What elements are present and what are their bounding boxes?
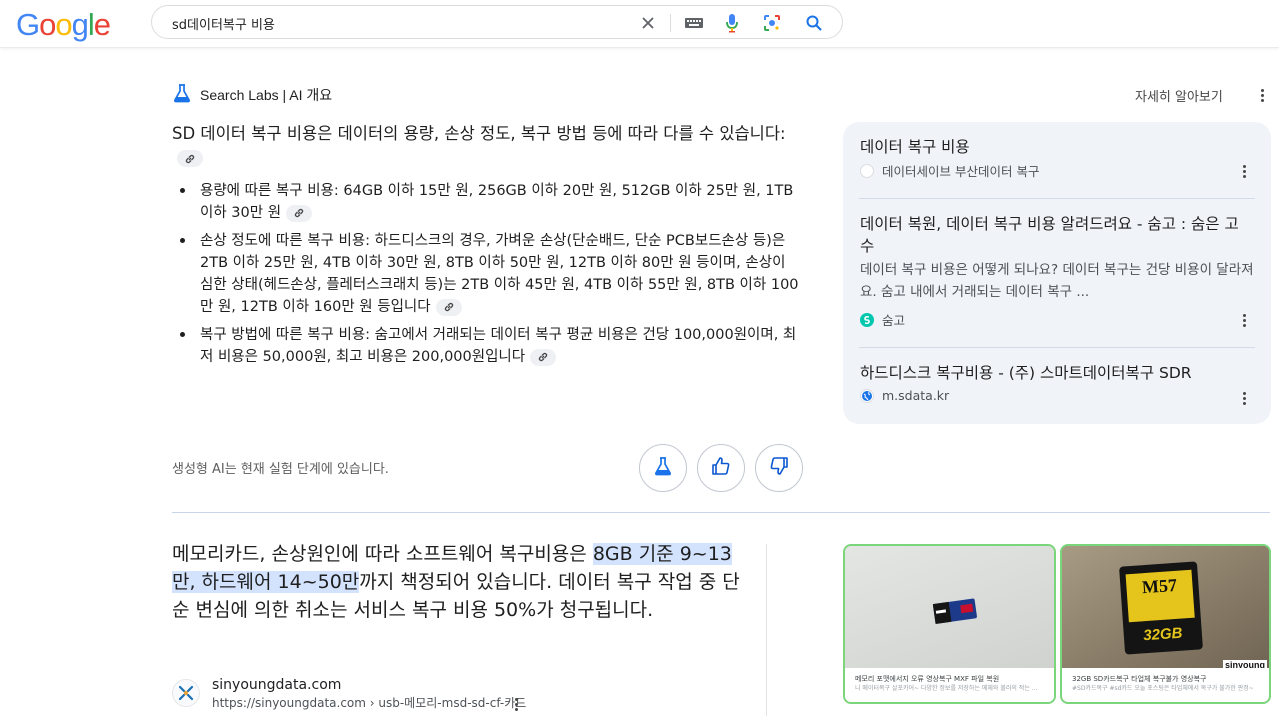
ai-bullet: 손상 정도에 따른 복구 비용: 하드디스크의 경우, 가벼운 손상(단순배드,… xyxy=(172,230,802,318)
image-caption-title: 메모리 포맷에서지 오류 영상복구 MXF 파일 복원 xyxy=(855,675,1000,683)
image-result[interactable]: 메모리 포맷에서지 오류 영상복구 MXF 파일 복원 니 메이터복구 살포카어… xyxy=(843,544,1056,704)
source-site-name: 데이터세이브 부산데이터 복구 xyxy=(882,164,1040,179)
link-icon[interactable] xyxy=(530,348,557,366)
result-source[interactable]: sinyoungdata.com https://sinyoungdata.co… xyxy=(172,676,526,712)
microsd-card-image xyxy=(845,546,1054,672)
header: Google xyxy=(0,0,1279,48)
lens-icon[interactable] xyxy=(762,13,782,33)
source-title[interactable]: 데이터 복구 비용 xyxy=(860,136,1250,158)
link-icon[interactable] xyxy=(177,150,203,167)
ai-bullet-list: 용량에 따른 복구 비용: 64GB 이하 15만 원, 256GB 이하 20… xyxy=(172,180,802,374)
ai-bullet: 복구 방법에 따른 복구 비용: 숨고에서 거래되는 데이터 복구 평균 비용은… xyxy=(172,324,802,368)
search-box xyxy=(151,5,843,39)
sources-panel: 데이터 복구 비용 데이터세이브 부산데이터 복구 데이터 복원, 데이터 복구… xyxy=(843,122,1271,424)
source-divider xyxy=(859,347,1255,348)
mic-icon[interactable] xyxy=(722,13,742,33)
generative-ai-note: 생성형 AI는 현재 실험 단계에 있습니다. xyxy=(172,462,389,477)
close-icon[interactable] xyxy=(638,13,658,33)
featured-snippet: 메모리카드, 손상원인에 따라 소프트웨어 복구비용은 8GB 기준 9~13만… xyxy=(172,540,752,624)
logo-letter: G xyxy=(16,7,40,42)
ai-overview-menu-icon[interactable] xyxy=(1255,86,1269,104)
learn-more-link[interactable]: 자세히 알아보기 xyxy=(1135,86,1223,105)
image-caption: 메모리 포맷에서지 오류 영상복구 MXF 파일 복원 니 메이터복구 살포카어… xyxy=(845,668,1054,702)
source-favicon xyxy=(860,163,874,178)
labs-flask-icon xyxy=(172,83,192,107)
search-divider xyxy=(670,14,671,32)
card-label: M57 xyxy=(1141,574,1178,598)
ai-bullet-text: 손상 정도에 따른 복구 비용: 하드디스크의 경우, 가벼운 손상(단순배드,… xyxy=(200,233,799,315)
source-snippet: 데이터 복구 비용은 어떻게 되나요? 데이터 복구는 건당 비용이 달라져요.… xyxy=(860,262,1254,300)
thumbs-up-button[interactable] xyxy=(697,444,745,492)
image-result[interactable]: M57 32GB sinyoung 32GB SD카드복구 타업체 복구불가 영… xyxy=(1060,544,1271,704)
source-divider xyxy=(859,198,1255,199)
thumbs-down-button[interactable] xyxy=(755,444,803,492)
ai-overview-label: Search Labs | AI 개요 xyxy=(200,87,333,103)
logo-letter: g xyxy=(71,7,89,42)
result-site-name: sinyoungdata.com xyxy=(212,677,342,693)
keyboard-icon[interactable] xyxy=(684,13,704,33)
source-site[interactable]: 숨고 xyxy=(860,310,905,329)
globe-icon xyxy=(860,388,874,403)
image-caption-sub: 니 메이터복구 살포카어~ 다양한 정보를 저장하는 메체와 볼러의 적는 ..… xyxy=(855,685,1038,692)
thumbs-down-icon xyxy=(769,456,789,480)
search-icon[interactable] xyxy=(804,13,824,33)
source-site-name: 숨고 xyxy=(882,313,906,328)
source-menu-icon[interactable] xyxy=(1237,389,1251,407)
source-menu-icon[interactable] xyxy=(1237,311,1251,329)
card-size: 32GB xyxy=(1142,624,1183,645)
image-caption-sub: #SD카드복구 #sd카드 오늘 포스팅은 타업체에서 복구가 불가한 판정~ xyxy=(1072,685,1254,692)
result-menu-icon[interactable] xyxy=(509,695,523,713)
labs-button[interactable] xyxy=(639,444,687,492)
section-divider xyxy=(172,512,1270,513)
thumbs-up-icon xyxy=(711,456,731,480)
result-url: https://sinyoungdata.com › usb-메모리-msd-s… xyxy=(212,696,527,710)
source-title[interactable]: 하드디스크 복구비용 - (주) 스마트데이터복구 SDR xyxy=(860,362,1250,384)
vertical-divider xyxy=(766,544,767,716)
soomgo-icon xyxy=(860,312,874,327)
image-caption: 32GB SD카드복구 타업체 복구불가 영상복구 #SD카드복구 #sd카드 … xyxy=(1062,668,1269,702)
search-input[interactable] xyxy=(172,12,632,34)
source-menu-icon[interactable] xyxy=(1237,162,1251,180)
link-icon[interactable] xyxy=(435,298,462,316)
ai-overview-header: Search Labs | AI 개요 xyxy=(172,84,332,106)
link-icon[interactable] xyxy=(286,204,313,222)
sd-card-image: M57 32GB sinyoung xyxy=(1062,546,1269,672)
logo-letter: o xyxy=(55,7,72,42)
ai-summary: SD 데이터 복구 비용은 데이터의 용량, 손상 정도, 복구 방법 등에 따… xyxy=(172,122,804,170)
image-caption-title: 32GB SD카드복구 타업체 복구불가 영상복구 xyxy=(1072,675,1207,683)
source-site[interactable]: m.sdata.kr xyxy=(860,388,949,403)
ai-bullet-text: 복구 방법에 따른 복구 비용: 숨고에서 거래되는 데이터 복구 평균 비용은… xyxy=(200,327,797,365)
logo-letter: o xyxy=(39,7,56,42)
google-logo[interactable]: Google xyxy=(16,7,111,42)
ai-bullet: 용량에 따른 복구 비용: 64GB 이하 15만 원, 256GB 이하 20… xyxy=(172,180,802,224)
source-site[interactable]: 데이터세이브 부산데이터 복구 xyxy=(860,161,1039,180)
featured-text-before: 메모리카드, 손상원인에 따라 소프트웨어 복구비용은 xyxy=(172,543,593,565)
source-site-name: m.sdata.kr xyxy=(882,388,950,403)
labs-flask-icon xyxy=(653,456,673,480)
site-favicon xyxy=(172,679,200,707)
source-title[interactable]: 데이터 복원, 데이터 복구 비용 알려드려요 - 숨고 : 숨은 고수 xyxy=(860,213,1250,257)
ai-summary-text: SD 데이터 복구 비용은 데이터의 용량, 손상 정도, 복구 방법 등에 따… xyxy=(172,124,786,143)
logo-letter: e xyxy=(93,7,111,42)
